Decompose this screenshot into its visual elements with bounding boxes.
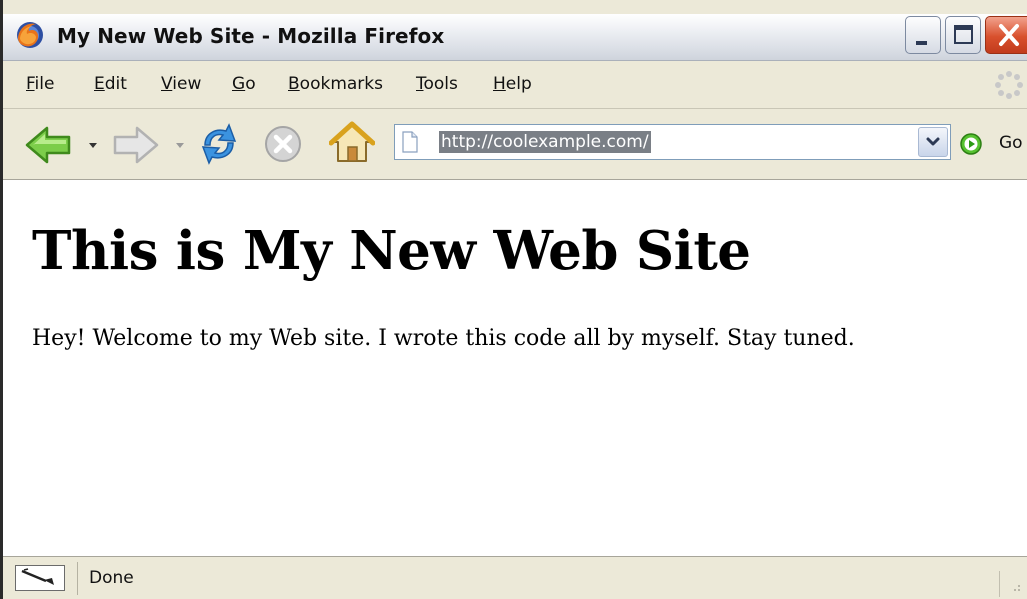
page-icon: [402, 131, 418, 153]
reload-icon[interactable]: [196, 121, 242, 167]
status-text: Done: [89, 568, 134, 588]
minimize-icon: [916, 41, 927, 45]
navigation-toolbar: http://coolexample.com/ Go: [3, 109, 1027, 180]
go-arrow-icon[interactable]: [959, 132, 983, 156]
connection-status-icon: [21, 568, 54, 585]
page-heading: This is My New Web Site: [32, 220, 751, 282]
menu-file[interactable]: File: [26, 74, 54, 94]
close-icon: [999, 24, 1019, 46]
back-history-dropdown-icon[interactable]: [89, 143, 97, 148]
url-input[interactable]: http://coolexample.com/: [439, 131, 651, 153]
title-bar[interactable]: My New Web Site - Mozilla Firefox: [3, 14, 1027, 61]
maximize-icon: [954, 25, 973, 44]
forward-arrow-icon[interactable]: [111, 125, 161, 165]
window-title: My New Web Site - Mozilla Firefox: [57, 24, 445, 48]
page-paragraph: Hey! Welcome to my Web site. I wrote thi…: [32, 326, 855, 351]
home-icon[interactable]: [329, 120, 375, 166]
minimize-button[interactable]: [905, 16, 941, 54]
menu-help[interactable]: Help: [493, 74, 532, 94]
menu-bar: File Edit View Go Bookmarks Tools Help: [3, 61, 1027, 109]
back-arrow-icon[interactable]: [23, 125, 73, 165]
menu-view[interactable]: View: [161, 74, 201, 94]
url-history-dropdown-button[interactable]: [918, 127, 948, 157]
browser-window: My New Web Site - Mozilla Firefox File E…: [0, 0, 1027, 599]
forward-history-dropdown-icon[interactable]: [176, 143, 184, 148]
status-indicator: [15, 565, 65, 591]
maximize-button[interactable]: [945, 16, 981, 54]
firefox-logo-icon: [17, 22, 43, 48]
status-divider: [77, 562, 78, 595]
address-bar[interactable]: http://coolexample.com/: [394, 124, 951, 160]
menu-go[interactable]: Go: [232, 74, 256, 94]
menu-edit[interactable]: Edit: [94, 74, 127, 94]
throbber-icon: [995, 71, 1023, 99]
status-bar: Done: [3, 556, 1027, 599]
resize-grip-icon[interactable]: [999, 571, 1026, 597]
menu-bookmarks[interactable]: Bookmarks: [288, 74, 383, 94]
go-button[interactable]: Go: [999, 133, 1023, 153]
close-window-button[interactable]: [985, 16, 1027, 54]
stop-icon[interactable]: [263, 124, 303, 164]
chevron-down-icon: [926, 137, 940, 146]
page-content: This is My New Web Site Hey! Welcome to …: [3, 180, 1027, 556]
menu-tools[interactable]: Tools: [416, 74, 458, 94]
